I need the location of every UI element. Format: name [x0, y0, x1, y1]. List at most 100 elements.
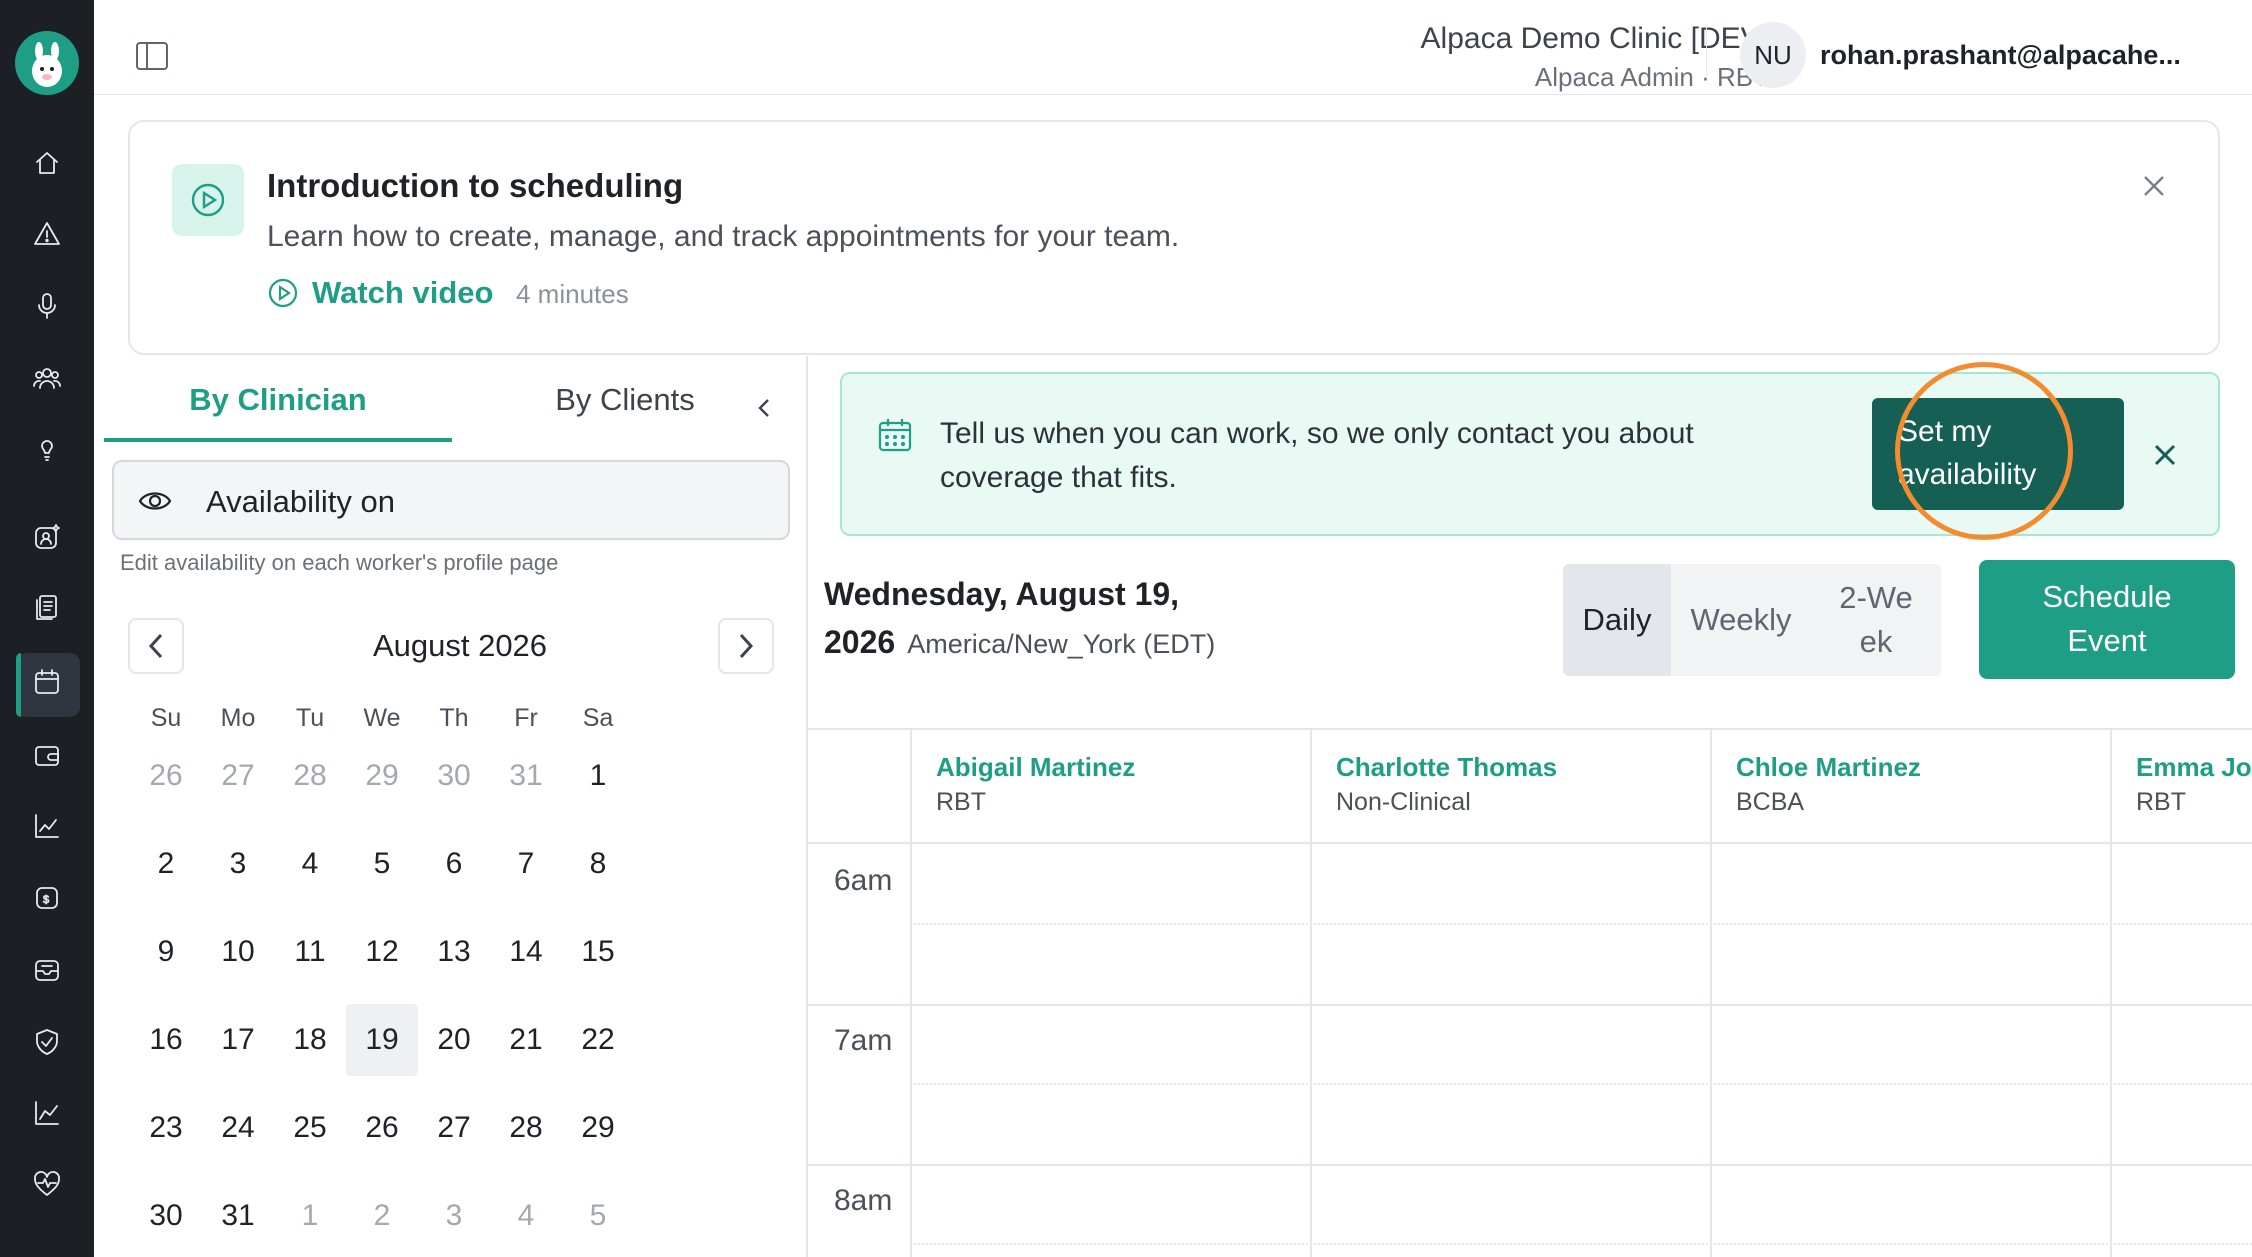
calendar-icon	[876, 416, 914, 454]
sidebar-item-billing[interactable]: $	[27, 878, 67, 918]
schedule-grid: Abigail Martinez RBT Charlotte Thomas Non-C…	[808, 728, 2252, 1257]
lightbulb-icon	[41, 440, 53, 461]
hour-divider	[808, 1004, 2252, 1006]
calendar-day[interactable]: 23	[130, 1092, 202, 1164]
calendar-day[interactable]: 30	[418, 740, 490, 812]
weekday-label: Su	[150, 704, 182, 732]
schedule-event-button[interactable]: Schedule Event	[1979, 560, 2235, 679]
sidebar-item-lightbulb[interactable]	[27, 428, 67, 468]
hour-label: 7am	[834, 1024, 893, 1057]
calendar-day[interactable]: 10	[202, 916, 274, 988]
chevron-left-icon[interactable]	[752, 396, 776, 420]
half-hour-divider	[910, 923, 2252, 925]
sidebar-item-calendar[interactable]	[27, 662, 67, 702]
availability-toggle[interactable]: Availability on	[112, 460, 790, 540]
calendar-day[interactable]: 1	[274, 1180, 346, 1252]
sidebar-item-assistant[interactable]	[27, 517, 67, 557]
calendar-day[interactable]: 13	[418, 916, 490, 988]
calendar-day-selected[interactable]: 19	[346, 1004, 418, 1076]
calendar-day[interactable]: 5	[562, 1180, 634, 1252]
calendar-day[interactable]: 27	[418, 1092, 490, 1164]
alpaca-logo[interactable]	[15, 31, 79, 95]
clinician-name[interactable]: Abigail Martinez	[936, 752, 1135, 783]
calendar-day[interactable]: 9	[130, 916, 202, 988]
sidebar-item-analytics[interactable]	[27, 1093, 67, 1133]
calendar-day[interactable]: 26	[130, 740, 202, 812]
calendar-day[interactable]: 21	[490, 1004, 562, 1076]
clinician-name[interactable]: Charlotte Thomas	[1336, 752, 1557, 783]
sidebar-item-wallet[interactable]	[27, 735, 67, 775]
sidebar-item-shield[interactable]	[27, 1022, 67, 1062]
calendar-day[interactable]: 3	[418, 1180, 490, 1252]
calendar-day[interactable]: 4	[274, 828, 346, 900]
set-my-availability-button[interactable]: Set my availability	[1872, 398, 2124, 510]
view-2week-button[interactable]: 2-Week	[1811, 564, 1941, 676]
calendar-day[interactable]: 3	[202, 828, 274, 900]
calendar-day[interactable]: 17	[202, 1004, 274, 1076]
svg-text:$: $	[43, 894, 49, 906]
calendar-day[interactable]: 30	[130, 1180, 202, 1252]
close-icon[interactable]	[2152, 442, 2178, 468]
calendar-day[interactable]: 29	[562, 1092, 634, 1164]
calendar-day[interactable]: 26	[346, 1092, 418, 1164]
sidebar-item-microphone[interactable]	[27, 286, 67, 326]
assistant-icon	[35, 524, 60, 549]
calendar-month: August 2026	[372, 628, 548, 663]
calendar-day[interactable]: 5	[346, 828, 418, 900]
sidebar-item-heart[interactable]	[27, 1164, 67, 1204]
weekday-label: We	[363, 704, 401, 732]
sidebar-item-home[interactable]	[27, 143, 67, 183]
weekday-label: Sa	[582, 704, 614, 732]
calendar-day[interactable]: 27	[202, 740, 274, 812]
watch-video-link[interactable]: Watch video	[312, 275, 493, 311]
calendar-day[interactable]: 16	[130, 1004, 202, 1076]
billing-icon: $	[36, 887, 58, 909]
calendar-day[interactable]: 11	[274, 916, 346, 988]
sidebar-item-documents[interactable]	[27, 587, 67, 627]
calendar-day[interactable]: 14	[490, 916, 562, 988]
toggle-sidebar-button[interactable]	[134, 38, 170, 74]
calendar-day[interactable]: 8	[562, 828, 634, 900]
intro-subtitle: Learn how to create, manage, and track a…	[267, 220, 1180, 253]
calendar-day[interactable]: 7	[490, 828, 562, 900]
calendar-day[interactable]: 18	[274, 1004, 346, 1076]
user-email[interactable]: rohan.prashant@alpacahe...	[1820, 40, 2181, 71]
clinician-name[interactable]: Emma Jo	[2136, 752, 2252, 783]
calendar-day[interactable]: 28	[490, 1092, 562, 1164]
calendar-day[interactable]: 15	[562, 916, 634, 988]
calendar-day[interactable]: 12	[346, 916, 418, 988]
calendar-day[interactable]: 6	[418, 828, 490, 900]
calendar-day[interactable]: 20	[418, 1004, 490, 1076]
calendar-day[interactable]: 28	[274, 740, 346, 812]
play-icon[interactable]	[267, 277, 299, 309]
view-daily-button[interactable]: Daily	[1563, 564, 1671, 676]
close-icon[interactable]	[2140, 172, 2168, 200]
clinician-name[interactable]: Chloe Martinez	[1736, 752, 1921, 783]
calendar-day[interactable]: 4	[490, 1180, 562, 1252]
clinician-role: RBT	[2136, 788, 2186, 816]
app-root: $ Alpaca Demo Clinic [DEV] Alpaca Admin …	[0, 0, 2252, 1257]
calendar-next-button[interactable]	[718, 618, 774, 674]
calendar-day[interactable]: 2	[346, 1180, 418, 1252]
tab-by-clients[interactable]: By Clients	[460, 382, 790, 442]
calendar-prev-button[interactable]	[128, 618, 184, 674]
calendar-day[interactable]: 22	[562, 1004, 634, 1076]
topbar: Alpaca Demo Clinic [DEV] Alpaca Admin · …	[94, 0, 2252, 95]
calendar-day[interactable]: 31	[202, 1180, 274, 1252]
sidebar-item-inbox[interactable]	[27, 950, 67, 990]
video-duration: 4 minutes	[516, 279, 629, 309]
calendar-day[interactable]: 31	[490, 740, 562, 812]
calendar-day[interactable]: 29	[346, 740, 418, 812]
avatar[interactable]: NU	[1740, 22, 1806, 88]
tab-by-clinician[interactable]: By Clinician	[104, 382, 452, 442]
sidebar-item-users[interactable]	[27, 358, 67, 398]
timezone: America/New_York (EDT)	[907, 629, 1216, 659]
view-weekly-button[interactable]: Weekly	[1671, 564, 1811, 676]
calendar-day[interactable]: 25	[274, 1092, 346, 1164]
calendar-day[interactable]: 1	[562, 740, 634, 812]
calendar-day[interactable]: 24	[202, 1092, 274, 1164]
sidebar-item-alert[interactable]	[27, 214, 67, 254]
sidebar-item-chart[interactable]	[27, 806, 67, 846]
calendar-day[interactable]: 2	[130, 828, 202, 900]
left-panel: By Clinician By Clients Availability on …	[94, 356, 808, 1257]
